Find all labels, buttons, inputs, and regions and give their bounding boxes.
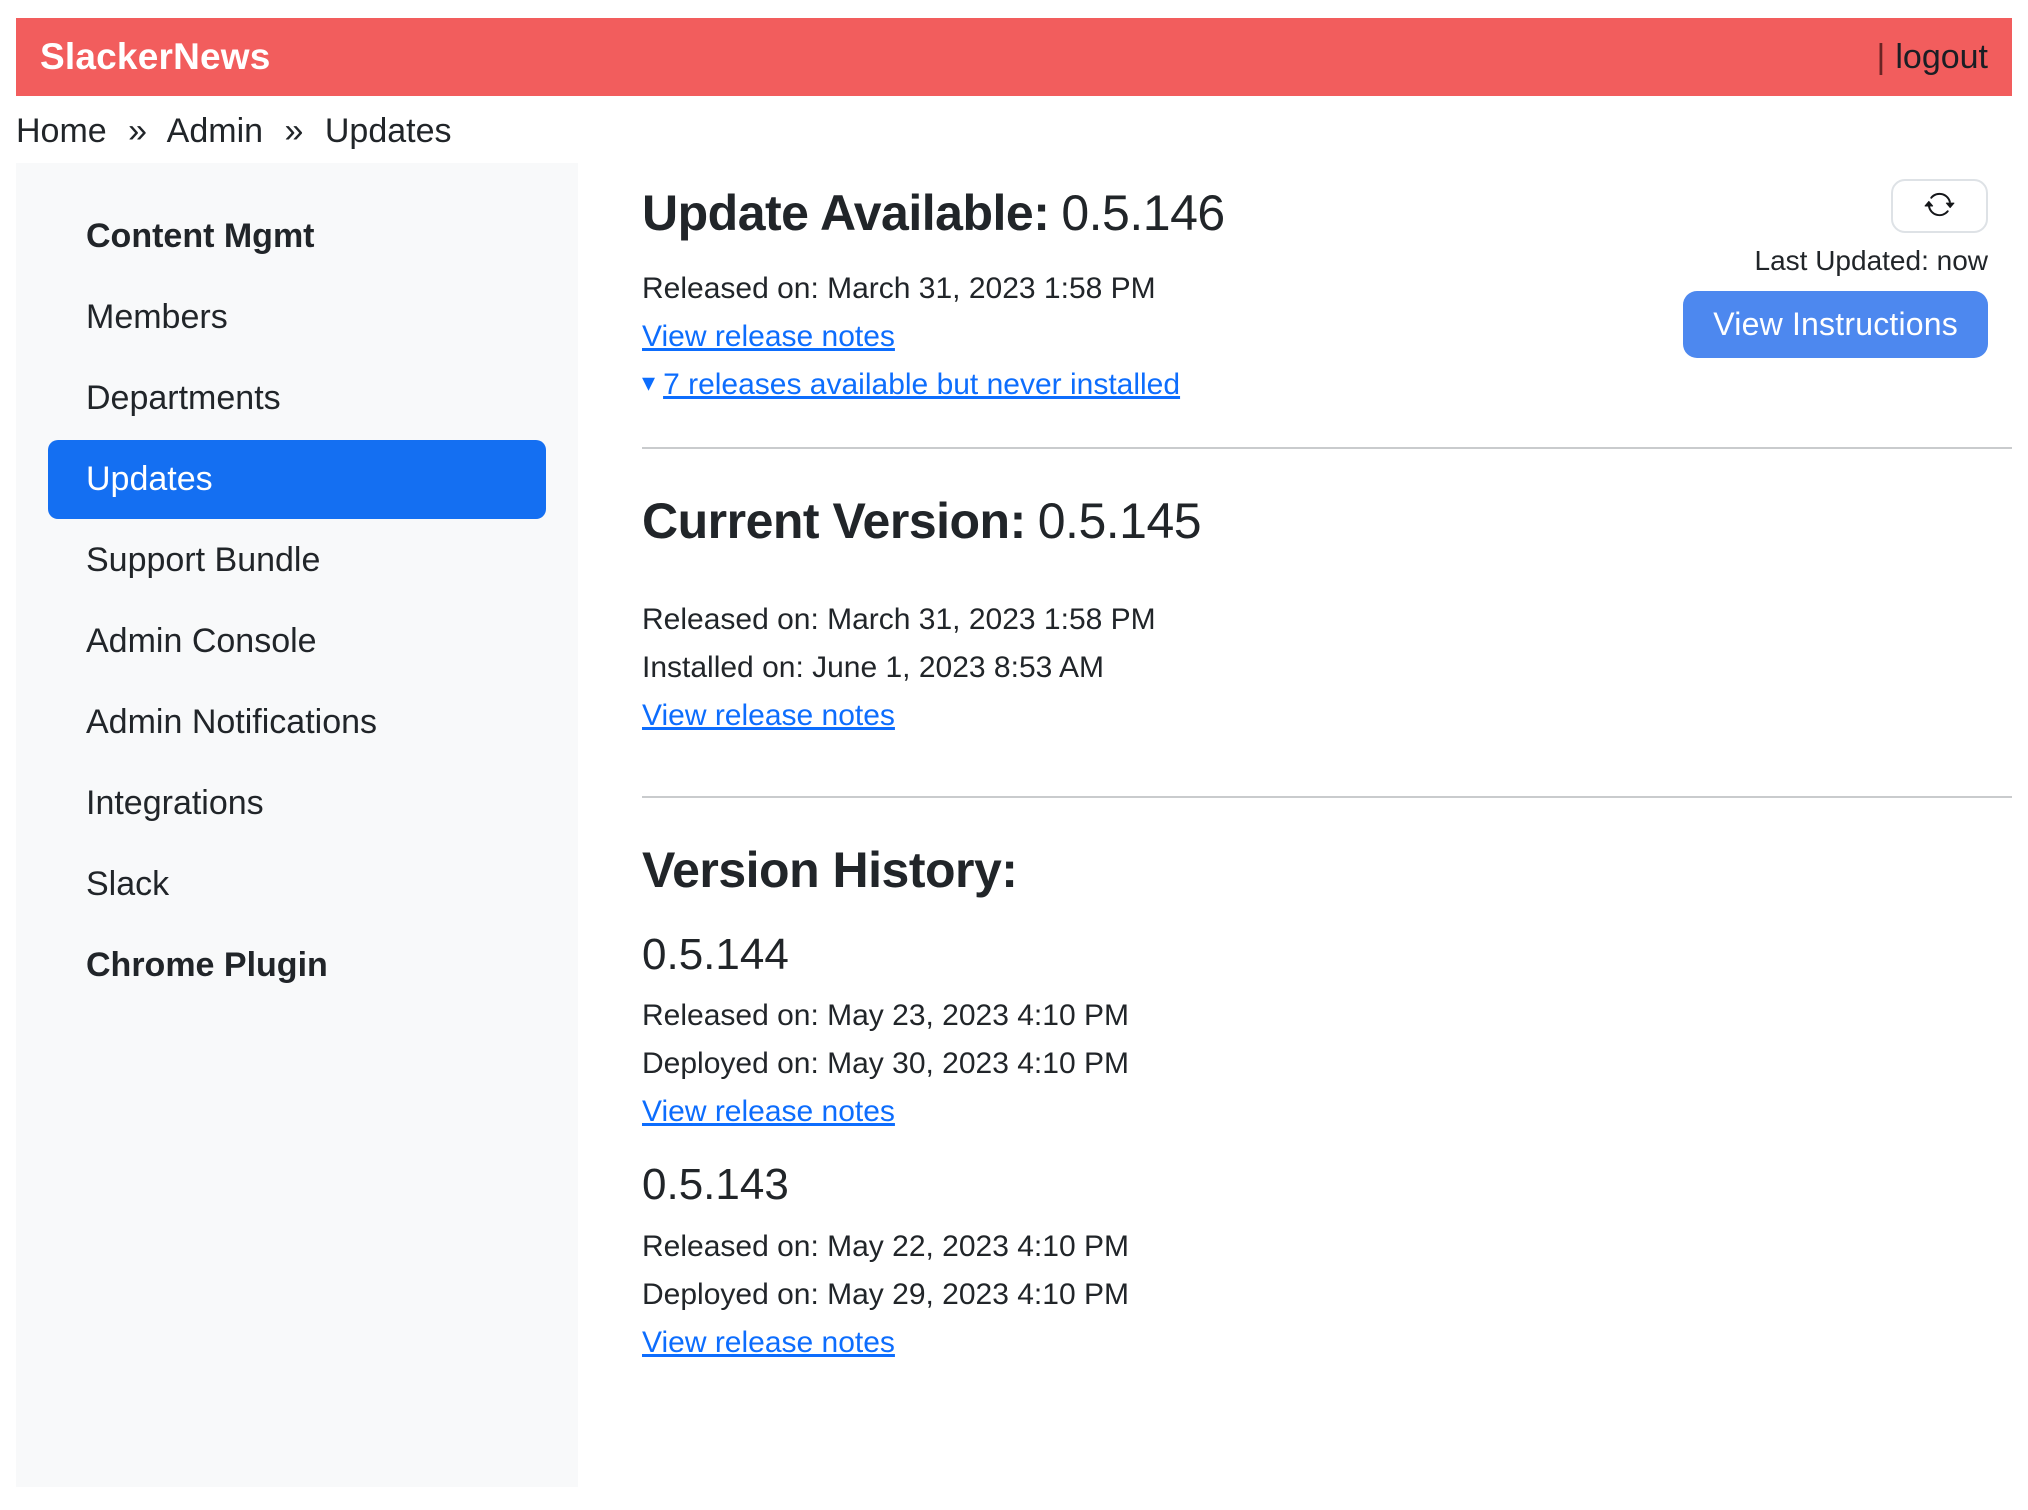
sidebar-item-support-bundle[interactable]: Support Bundle: [48, 521, 546, 600]
current-installed-on: Installed on: June 1, 2023 8:53 AM: [642, 650, 2012, 686]
sidebar-item-members[interactable]: Members: [48, 278, 546, 357]
page-layout: Content Mgmt Members Departments Updates…: [16, 163, 2012, 1487]
sidebar-item-integrations[interactable]: Integrations: [48, 764, 546, 843]
version-history-heading: Version History:: [642, 842, 2012, 900]
current-released-on: Released on: March 31, 2023 1:58 PM: [642, 602, 2012, 638]
breadcrumb-separator: »: [128, 112, 147, 150]
current-release-notes-link[interactable]: View release notes: [642, 699, 895, 732]
version-history-section: Version History: 0.5.144 Released on: Ma…: [642, 842, 2012, 1361]
history-released-on: Released on: May 23, 2023 4:10 PM: [642, 998, 2012, 1034]
section-divider: [642, 796, 2012, 798]
view-instructions-button[interactable]: View Instructions: [1683, 291, 1988, 358]
breadcrumb: Home » Admin » Updates: [16, 112, 2012, 151]
caret-down-icon: ▾: [642, 367, 655, 398]
sidebar-item-content-mgmt[interactable]: Content Mgmt: [48, 197, 546, 276]
logout-area: |logout: [1877, 38, 1988, 77]
current-version-section: Current Version:0.5.145 Released on: Mar…: [642, 493, 2012, 753]
breadcrumb-current: Updates: [325, 112, 452, 150]
sidebar-item-slack[interactable]: Slack: [48, 845, 546, 924]
sidebar-item-departments[interactable]: Departments: [48, 359, 546, 438]
sidebar-item-admin-console[interactable]: Admin Console: [48, 602, 546, 681]
current-version-number: 0.5.145: [1038, 493, 1201, 549]
history-deployed-on: Deployed on: May 29, 2023 4:10 PM: [642, 1277, 2012, 1313]
logout-link[interactable]: logout: [1895, 38, 1988, 76]
last-updated-text: Last Updated: now: [1755, 245, 1989, 277]
sidebar-nav: Content Mgmt Members Departments Updates…: [48, 197, 546, 1005]
section-divider: [642, 447, 2012, 449]
main-content: Last Updated: now View Instructions Upda…: [578, 163, 2012, 1487]
breadcrumb-home[interactable]: Home: [16, 112, 107, 150]
version-history-entry: 0.5.144 Released on: May 23, 2023 4:10 P…: [642, 930, 2012, 1131]
sidebar-item-admin-notifications[interactable]: Admin Notifications: [48, 683, 546, 762]
history-deployed-on: Deployed on: May 30, 2023 4:10 PM: [642, 1046, 2012, 1082]
current-version-label: Current Version:: [642, 493, 1026, 549]
breadcrumb-admin[interactable]: Admin: [167, 112, 263, 150]
admin-sidebar: Content Mgmt Members Departments Updates…: [16, 163, 578, 1487]
update-actions: Last Updated: now View Instructions: [1683, 179, 1988, 358]
app-header: SlackerNews |logout: [16, 18, 2012, 96]
current-version-heading: Current Version:0.5.145: [642, 493, 2012, 551]
never-installed-link[interactable]: ▾7 releases available but never installe…: [642, 368, 1180, 401]
history-version-number: 0.5.144: [642, 930, 2012, 981]
history-release-notes-link[interactable]: View release notes: [642, 1326, 895, 1359]
sidebar-item-updates[interactable]: Updates: [48, 440, 546, 519]
update-available-version: 0.5.146: [1061, 185, 1224, 241]
refresh-button[interactable]: [1891, 179, 1988, 233]
history-release-notes-link[interactable]: View release notes: [642, 1095, 895, 1128]
logout-separator: |: [1877, 38, 1886, 76]
version-history-entry: 0.5.143 Released on: May 22, 2023 4:10 P…: [642, 1160, 2012, 1361]
app-title: SlackerNews: [40, 36, 271, 78]
refresh-icon: [1924, 189, 1955, 223]
version-history-label: Version History:: [642, 842, 1017, 898]
history-released-on: Released on: May 22, 2023 4:10 PM: [642, 1229, 2012, 1265]
update-release-notes-link[interactable]: View release notes: [642, 320, 895, 353]
history-version-number: 0.5.143: [642, 1160, 2012, 1211]
breadcrumb-separator: »: [284, 112, 303, 150]
sidebar-item-chrome-plugin[interactable]: Chrome Plugin: [48, 926, 546, 1005]
update-available-label: Update Available:: [642, 185, 1049, 241]
